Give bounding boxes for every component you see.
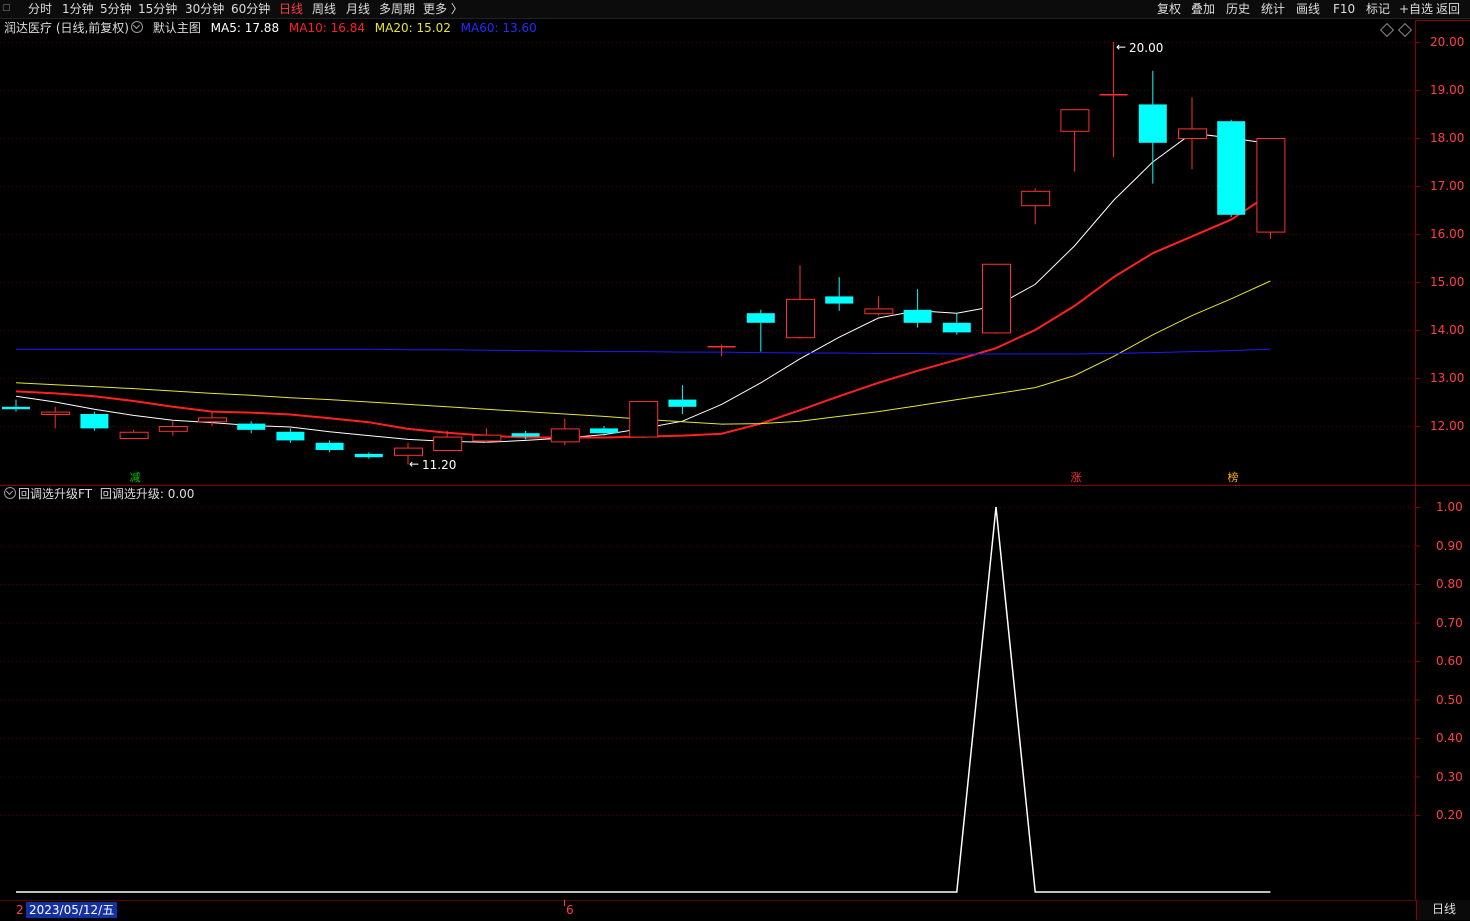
candle-body xyxy=(1138,104,1167,143)
candle xyxy=(668,385,697,414)
period-label: 日线 xyxy=(1431,902,1456,916)
candle xyxy=(1138,70,1167,184)
candle xyxy=(1060,109,1090,172)
candle xyxy=(550,418,580,446)
candle-body xyxy=(472,434,502,442)
date-tick-left: 2 xyxy=(16,903,24,917)
candle-body xyxy=(746,313,775,323)
high-price-label: 20.00 xyxy=(1129,41,1164,55)
candle xyxy=(1178,97,1207,170)
low-price-label: 11.20 xyxy=(422,458,457,472)
candle-body xyxy=(864,308,894,315)
kline-chart[interactable] xyxy=(0,0,1470,920)
price-tick: 19.00 xyxy=(1430,83,1465,97)
candle xyxy=(707,344,736,357)
ma-line-ma60 xyxy=(16,348,1271,355)
price-tick: 15.00 xyxy=(1430,275,1465,289)
indicator-tick: 0.50 xyxy=(1436,692,1463,707)
candle-body xyxy=(315,442,344,450)
candle xyxy=(237,421,266,434)
candle xyxy=(2,399,30,412)
indicator-tick: 1.00 xyxy=(1436,500,1463,514)
high-arrow-icon: ← xyxy=(1116,40,1127,54)
candle-body xyxy=(1217,121,1246,215)
ma-line-ma10 xyxy=(15,192,1271,439)
candle-body xyxy=(41,411,71,416)
time-axis xyxy=(0,900,1470,921)
candle xyxy=(276,428,305,443)
candle-body xyxy=(354,453,383,458)
candle xyxy=(80,411,109,431)
crosshair-date-label: 2023/05/12/五 xyxy=(26,902,118,918)
indicator-tick: 0.60 xyxy=(1436,654,1463,668)
candle xyxy=(41,406,71,429)
candle xyxy=(903,289,932,328)
candle-body xyxy=(629,401,659,438)
candle-body xyxy=(903,309,932,323)
price-tick: 20.00 xyxy=(1430,35,1465,49)
candle-body xyxy=(668,399,697,407)
candle-body xyxy=(1178,128,1207,139)
indicator-tick: 0.40 xyxy=(1436,731,1463,745)
candle-body xyxy=(158,426,188,432)
candle xyxy=(629,401,659,438)
ma-line-ma5 xyxy=(15,132,1271,443)
candle xyxy=(590,426,618,436)
candle-body xyxy=(511,433,540,437)
candle-body xyxy=(1021,190,1051,207)
candle-body xyxy=(786,298,815,339)
price-tick: 16.00 xyxy=(1430,227,1465,241)
rise-marker[interactable]: 涨 xyxy=(1069,471,1083,485)
price-tick: 18.00 xyxy=(1430,131,1465,145)
candle-body xyxy=(433,436,463,451)
candle xyxy=(746,309,775,352)
rank-marker[interactable]: 榜 xyxy=(1226,471,1240,485)
candle xyxy=(158,421,188,436)
reduce-marker[interactable]: 减 xyxy=(128,471,142,485)
candle-body xyxy=(198,417,227,423)
candle xyxy=(982,263,1011,334)
date-tick-mid: 6 xyxy=(566,903,574,917)
mid-tick-mark xyxy=(564,900,565,906)
indicator-tick: 0.20 xyxy=(1436,808,1463,822)
candle xyxy=(354,452,383,459)
price-tick: 17.00 xyxy=(1430,179,1465,193)
period-box[interactable]: 日线 xyxy=(1416,900,1470,920)
price-tick: 13.00 xyxy=(1430,371,1465,385)
indicator-tick: 0.80 xyxy=(1436,577,1463,591)
candle-body xyxy=(982,263,1011,334)
candle xyxy=(1021,188,1051,225)
candle xyxy=(119,429,149,440)
candle-body xyxy=(276,431,305,441)
candle-body xyxy=(2,406,30,410)
candle xyxy=(942,313,971,335)
indicator-tick: 0.70 xyxy=(1436,615,1463,630)
price-tick: 12.00 xyxy=(1430,419,1465,433)
price-tick: 14.00 xyxy=(1430,323,1465,337)
candle-body xyxy=(237,423,266,430)
candle-body xyxy=(1060,109,1090,132)
candle-body xyxy=(80,414,109,429)
indicator-tick: 0.90 xyxy=(1436,538,1463,553)
candle xyxy=(1256,138,1286,239)
low-arrow-icon: ← xyxy=(409,457,420,471)
candle-body xyxy=(1256,138,1286,233)
indicator-tick: 0.30 xyxy=(1436,769,1463,784)
candle-body xyxy=(550,428,580,443)
candle-body xyxy=(590,428,618,434)
candle-body xyxy=(825,296,854,304)
candle xyxy=(1217,119,1246,218)
candle-body xyxy=(942,322,971,333)
candle xyxy=(864,296,894,316)
candle xyxy=(1099,42,1128,158)
candle xyxy=(315,440,344,453)
candle-body xyxy=(394,447,423,456)
candle xyxy=(786,265,815,339)
candle xyxy=(472,428,502,443)
candle-body xyxy=(119,431,149,440)
